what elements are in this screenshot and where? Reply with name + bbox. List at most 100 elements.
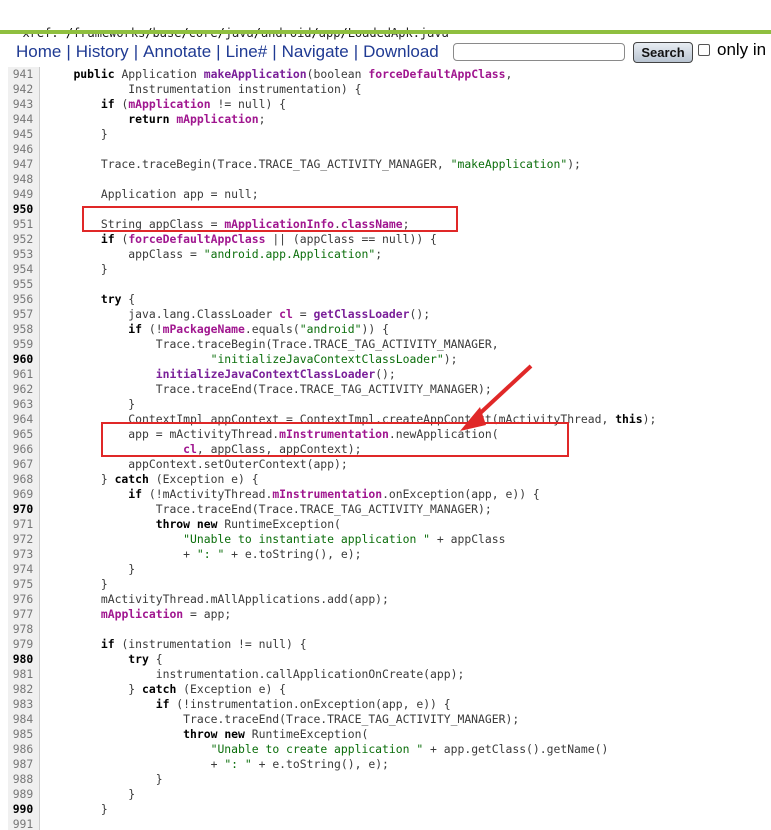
line-number-link[interactable]: 953 [8,247,38,262]
line-number-link[interactable]: 965 [8,427,38,442]
code-line: 985 throw new RuntimeException( [8,727,771,742]
code-text: if (instrumentation != null) { [46,637,307,652]
code-token: != null) { [210,97,287,111]
code-line: 942 Instrumentation instrumentation) { [8,82,771,97]
nav-navigate-link[interactable]: Navigate [282,42,349,62]
code-token: RuntimeException( [217,517,341,531]
line-number-link[interactable]: 949 [8,187,38,202]
code-text: Instrumentation instrumentation) { [46,82,361,97]
line-number-link[interactable]: 942 [8,82,38,97]
code-text: initializeJavaContextClassLoader(); [46,367,396,382]
line-number-link[interactable]: 968 [8,472,38,487]
code-token: } [46,802,108,816]
line-number-link[interactable]: 977 [8,607,38,622]
line-number-link[interactable]: 951 [8,217,38,232]
code-symbol-link[interactable]: getClassLoader [313,307,409,321]
code-token: Application app = null; [46,187,259,201]
code-symbol-link[interactable]: initializeJavaContextClassLoader [156,367,375,381]
line-number-link[interactable]: 959 [8,337,38,352]
code-symbol-link[interactable]: mApplication [176,112,258,126]
line-number-link[interactable]: 954 [8,262,38,277]
line-number-link[interactable]: 976 [8,592,38,607]
line-number-link[interactable]: 941 [8,67,38,82]
line-number-link[interactable]: 971 [8,517,38,532]
line-number-link[interactable]: 943 [8,97,38,112]
code-token: } [46,397,136,411]
line-number-link[interactable]: 974 [8,562,38,577]
search-button[interactable]: Search [633,42,693,63]
line-number-link[interactable]: 966 [8,442,38,457]
line-number-link[interactable]: 988 [8,772,38,787]
line-number-link[interactable]: 984 [8,712,38,727]
line-number-link[interactable]: 979 [8,637,38,652]
line-number-link[interactable]: 960 [8,352,38,367]
code-line: 987 + ": " + e.toString(), e); [8,757,771,772]
nav-home-link[interactable]: Home [16,42,61,62]
line-number-link[interactable]: 969 [8,487,38,502]
line-number-link[interactable]: 973 [8,547,38,562]
search-input[interactable] [453,43,625,61]
code-text: mActivityThread.mAllApplications.add(app… [46,592,389,607]
line-number-link[interactable]: 975 [8,577,38,592]
line-number-link[interactable]: 982 [8,682,38,697]
line-number-link[interactable]: 980 [8,652,38,667]
code-token: Trace.traceBegin(Trace.TRACE_TAG_ACTIVIT… [46,157,451,171]
line-number-link[interactable]: 945 [8,127,38,142]
header-divider [0,30,771,34]
line-number-link[interactable]: 946 [8,142,38,157]
line-number-link[interactable]: 967 [8,457,38,472]
line-number-link[interactable]: 991 [8,817,38,830]
line-number-link[interactable]: 955 [8,277,38,292]
code-symbol-link[interactable]: mApplication [101,607,183,621]
code-symbol-link[interactable]: mInstrumentation [272,487,382,501]
line-number-link[interactable]: 947 [8,157,38,172]
line-number-link[interactable]: 983 [8,697,38,712]
only-in-label: only in [717,40,767,59]
line-number-link[interactable]: 950 [8,202,38,217]
code-symbol-link[interactable]: forceDefaultAppClass [128,232,265,246]
code-line: 941 public Application makeApplication(b… [8,67,771,82]
line-number-link[interactable]: 963 [8,397,38,412]
line-number-link[interactable]: 970 [8,502,38,517]
nav-line-number-link[interactable]: Line# [226,42,268,62]
line-number-link[interactable]: 961 [8,367,38,382]
line-number-link[interactable]: 948 [8,172,38,187]
line-number-link[interactable]: 957 [8,307,38,322]
only-in-checkbox[interactable] [698,44,710,56]
code-token: } [46,577,108,591]
line-number-link[interactable]: 972 [8,532,38,547]
code-text: } [46,262,108,277]
nav-download-link[interactable]: Download [363,42,439,62]
nav-annotate-link[interactable]: Annotate [143,42,211,62]
code-text: if (!mActivityThread.mInstrumentation.on… [46,487,540,502]
code-symbol-link[interactable]: mPackageName [163,322,245,336]
nav-history-link[interactable]: History [76,42,129,62]
line-number-link[interactable]: 978 [8,622,38,637]
code-line: 972 "Unable to instantiate application "… [8,532,771,547]
line-number-link[interactable]: 956 [8,292,38,307]
code-text: Trace.traceBegin(Trace.TRACE_TAG_ACTIVIT… [46,157,581,172]
code-line: 954 } [8,262,771,277]
line-number-link[interactable]: 964 [8,412,38,427]
code-text: } [46,397,135,412]
line-number-link[interactable]: 981 [8,667,38,682]
line-number-link[interactable]: 986 [8,742,38,757]
line-number-link[interactable]: 944 [8,112,38,127]
code-symbol-link[interactable]: forceDefaultAppClass [368,67,505,81]
code-token: "initializeJavaContextClassLoader" [210,352,444,366]
code-line: 949 Application app = null; [8,187,771,202]
line-number-link[interactable]: 987 [8,757,38,772]
line-number-link[interactable]: 962 [8,382,38,397]
code-token: + [46,547,197,561]
line-number-link[interactable]: 958 [8,322,38,337]
code-symbol-link[interactable]: cl [279,307,293,321]
line-number-link[interactable]: 989 [8,787,38,802]
line-number-link[interactable]: 990 [8,802,38,817]
code-symbol-link[interactable]: mApplication [128,97,210,111]
code-symbol-link[interactable]: makeApplication [204,67,307,81]
code-text: throw new RuntimeException( [46,517,341,532]
line-number-link[interactable]: 952 [8,232,38,247]
line-number-link[interactable]: 985 [8,727,38,742]
